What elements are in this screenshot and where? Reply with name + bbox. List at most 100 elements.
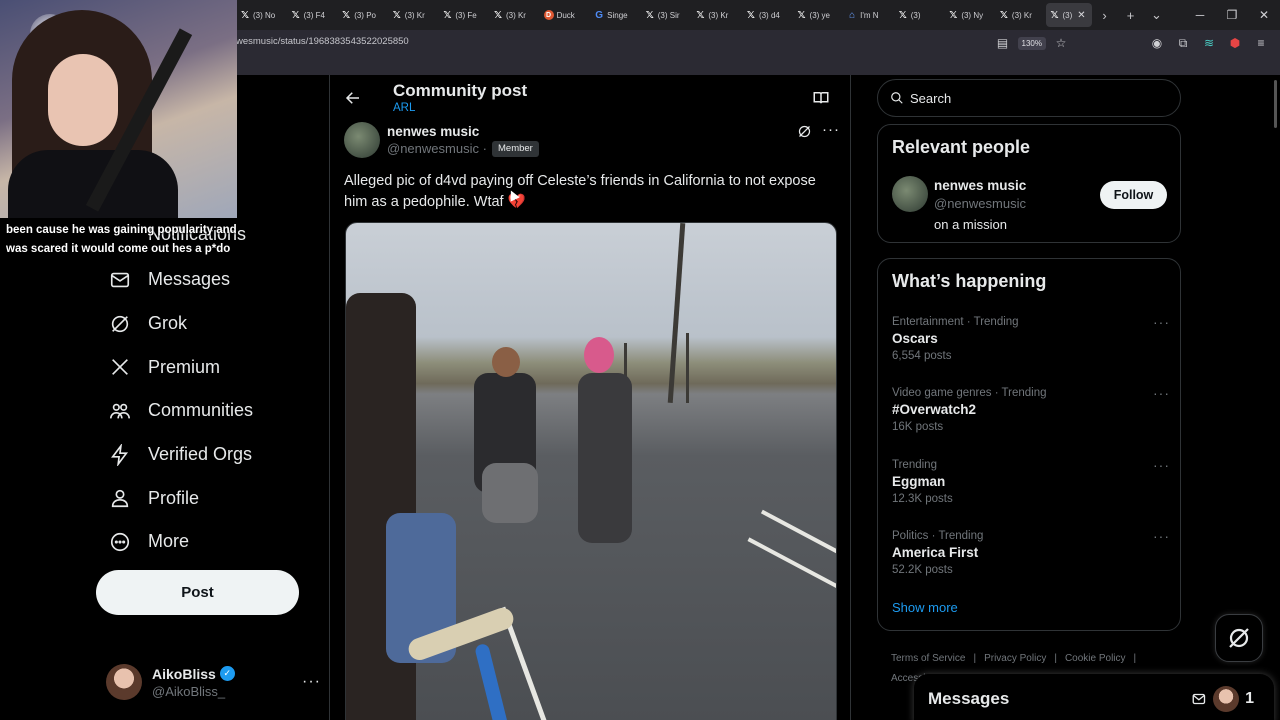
whats-happening-title: What’s happening	[892, 271, 1047, 291]
post-button[interactable]: Post	[96, 570, 299, 615]
reader-mode-button[interactable]	[812, 89, 830, 112]
trend-name: America First	[892, 544, 979, 560]
nav-item-more[interactable]: More	[96, 520, 326, 564]
tab-title: I'm N	[860, 10, 879, 20]
footer-separator: |	[1054, 653, 1057, 664]
browser-tab[interactable]: 𝕏 (3) No	[236, 3, 287, 27]
trend-name: #Overwatch2	[892, 402, 977, 418]
browser-tab-active[interactable]: 𝕏 (3) ✕	[1045, 3, 1092, 27]
restore-icon[interactable]: ❐	[1216, 8, 1248, 22]
nav-item-grok[interactable]: Grok	[96, 302, 326, 346]
close-tab-icon[interactable]: ✕	[1077, 10, 1085, 21]
reader-view-icon[interactable]: ▤	[992, 33, 1014, 53]
extension-icon[interactable]: ≋	[1198, 33, 1220, 53]
post-photo[interactable]	[345, 222, 837, 720]
tab-title: (3) ye	[809, 10, 830, 20]
author-handle-line[interactable]: @nenwesmusic ·	[387, 141, 487, 156]
new-tab-icon[interactable]: +	[1118, 8, 1144, 23]
zoom-level[interactable]: 130%	[1017, 36, 1046, 50]
account-icon[interactable]: ◉	[1146, 33, 1168, 53]
footer-link[interactable]: Cookie Policy	[1065, 653, 1126, 664]
browser-tab[interactable]: 𝕏 (3) F4	[287, 3, 338, 27]
account-handle: @AikoBliss_	[152, 683, 226, 699]
browser-tab[interactable]: D Duck	[540, 3, 591, 27]
browser-tab[interactable]: 𝕏 (3) Kr	[489, 3, 540, 27]
account-switcher[interactable]: AikoBliss ✓ @AikoBliss_ ···	[106, 662, 321, 702]
tab-strip: 𝕏 (3) No 𝕏 (3) F4 𝕏 (3) Po 𝕏 (3) Kr 𝕏 (3) Fe 𝕏 (3) …	[236, 0, 1092, 30]
bookmark-star-icon[interactable]: ☆	[1050, 33, 1072, 53]
person-beanie	[584, 337, 614, 373]
member-badge: Member	[492, 141, 539, 157]
unread-count: 1	[1245, 690, 1254, 707]
browser-tab[interactable]: G Singe	[590, 3, 641, 27]
browser-tab[interactable]: 𝕏 (3) d4	[742, 3, 793, 27]
screen: 𝕏 (3) No 𝕏 (3) F4 𝕏 (3) Po 𝕏 (3) Kr 𝕏 (3) Fe 𝕏 (3) …	[0, 0, 1280, 720]
page-scrollbar[interactable]	[1274, 80, 1277, 128]
trend-category: Video game genres · Trending	[892, 387, 1047, 400]
grok-floating-button[interactable]	[1215, 614, 1263, 662]
author-name[interactable]: nenwes music	[387, 124, 479, 139]
browser-tab[interactable]: 𝕏 (3) Po	[337, 3, 388, 27]
trend-item[interactable]: Video game genres · Trending #Overwatch2 1…	[892, 385, 1170, 433]
trend-item[interactable]: Entertainment · Trending Oscars 6,554 post…	[892, 314, 1170, 362]
browser-tab[interactable]: 𝕏 (3) Kr	[388, 3, 439, 27]
browser-tab[interactable]: 𝕏 (3) Sir	[641, 3, 692, 27]
browser-tab[interactable]: 𝕏 (3) Fe	[438, 3, 489, 27]
trend-post-count: 52.2K posts	[892, 563, 953, 576]
nav-item-profile[interactable]: Profile	[96, 476, 326, 520]
trend-more-icon[interactable]: ···	[1153, 528, 1170, 544]
tab-scroll-right-icon[interactable]: ›	[1092, 8, 1118, 23]
person-head	[492, 347, 520, 377]
trend-more-icon[interactable]: ···	[1153, 457, 1170, 473]
community-name-link[interactable]: ARL	[393, 102, 415, 114]
minimize-icon[interactable]: ─	[1184, 8, 1216, 22]
trend-item[interactable]: Trending Eggman 12.3K posts ···	[892, 457, 1170, 505]
show-more-link[interactable]: Show more	[892, 600, 958, 615]
list-tabs-icon[interactable]: ⌄	[1144, 7, 1170, 23]
messages-drawer[interactable]: Messages 1	[914, 674, 1274, 720]
nav-item-premium[interactable]: Premium	[96, 345, 326, 389]
follow-button[interactable]: Follow	[1100, 181, 1167, 209]
grok-explain-button[interactable]	[797, 124, 812, 144]
browser-tab[interactable]: 𝕏 (3) Ny	[944, 3, 995, 27]
browser-tab[interactable]: 𝕏 (3)	[894, 3, 945, 27]
search-input[interactable]	[910, 90, 1160, 106]
browser-tab[interactable]: 𝕏 (3) ye	[793, 3, 844, 27]
relevant-person-avatar[interactable]	[892, 176, 928, 212]
person-icon	[108, 486, 132, 510]
tab-title: (3) No	[253, 10, 276, 20]
x-icon: 𝕏	[1050, 9, 1059, 21]
nav-item-communities[interactable]: Communities	[96, 389, 326, 433]
relevant-person-name[interactable]: nenwes music	[934, 178, 1026, 193]
relevant-person-handle: @nenwesmusic	[934, 196, 1026, 211]
mail-icon	[108, 268, 132, 292]
tab-title: (3) Po	[354, 10, 376, 20]
browser-tab[interactable]: 𝕏 (3) Kr	[691, 3, 742, 27]
footer-link[interactable]: Terms of Service	[891, 653, 965, 664]
trend-post-count: 12.3K posts	[892, 492, 953, 505]
trend-more-icon[interactable]: ···	[1153, 385, 1170, 401]
footer-link[interactable]: Privacy Policy	[984, 653, 1046, 664]
trend-name: Oscars	[892, 331, 938, 346]
url-text[interactable]: wesmusic/status/1968383543522025850	[236, 36, 409, 47]
browser-tab[interactable]: 𝕏 (3) Kr	[995, 3, 1046, 27]
trend-item[interactable]: Politics · Trending America First 52.2K po…	[892, 528, 1170, 576]
search-box[interactable]	[877, 79, 1181, 117]
account-more-icon[interactable]: ···	[302, 673, 321, 691]
new-message-icon[interactable]	[1191, 690, 1209, 708]
nav-item-messages[interactable]: Messages	[96, 258, 326, 302]
window-controls: ─ ❐ ✕	[1184, 0, 1280, 30]
stream-caption: been cause he was gaining popularity and…	[6, 224, 237, 255]
menu-icon[interactable]: ≡	[1250, 33, 1272, 53]
trend-more-icon[interactable]: ···	[1153, 314, 1170, 330]
ublock-icon[interactable]: ⬢	[1224, 33, 1246, 53]
trend-category: Trending	[892, 458, 937, 471]
grok-icon	[1229, 628, 1249, 648]
author-avatar[interactable]	[344, 122, 380, 158]
back-button[interactable]	[344, 89, 364, 109]
close-window-icon[interactable]: ✕	[1248, 8, 1280, 22]
extensions-icon[interactable]: ⧉	[1172, 33, 1194, 53]
browser-tab[interactable]: ⌂ I'm N	[843, 3, 894, 27]
post-more-icon[interactable]: ···	[822, 121, 840, 138]
nav-item-verified-orgs[interactable]: Verified Orgs	[96, 433, 326, 477]
